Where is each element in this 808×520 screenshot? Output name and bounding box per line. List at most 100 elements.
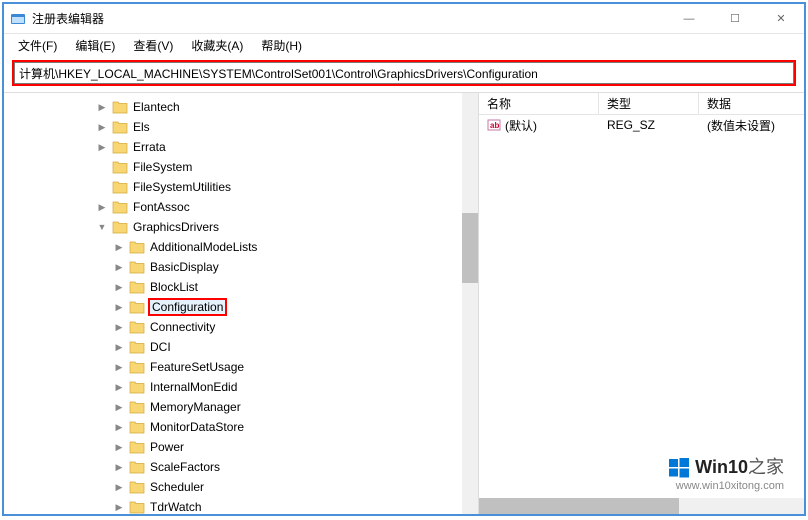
collapse-icon[interactable]: ▼ <box>95 222 109 232</box>
tree-item-label: MemoryManager <box>148 400 243 414</box>
expand-icon[interactable]: ▶ <box>95 202 109 213</box>
col-type[interactable]: 类型 <box>599 93 699 114</box>
expand-icon[interactable]: ▶ <box>112 302 126 313</box>
app-icon <box>10 11 26 27</box>
expand-icon[interactable]: ▶ <box>112 342 126 353</box>
watermark: Win10之家 www.win10xitong.com <box>667 453 784 492</box>
col-name[interactable]: 名称 <box>479 93 599 114</box>
folder-icon <box>129 300 145 314</box>
tree-pane[interactable]: ▶Elantech▶Els▶Errata▶FileSystem▶FileSyst… <box>4 93 479 514</box>
tree-vertical-scrollbar[interactable] <box>462 93 478 514</box>
tree-item-label: Connectivity <box>148 320 217 334</box>
menu-favorites[interactable]: 收藏夹(A) <box>183 35 251 56</box>
folder-icon <box>112 120 128 134</box>
address-bar[interactable] <box>14 62 794 84</box>
tree-item[interactable]: ▶ DCI <box>34 337 478 357</box>
folder-icon <box>112 140 128 154</box>
svg-text:ab: ab <box>490 121 499 130</box>
expand-icon[interactable]: ▶ <box>112 482 126 493</box>
tree-item-label: BlockList <box>148 280 200 294</box>
tree-item[interactable]: ▶ Power <box>34 437 478 457</box>
tree-item[interactable]: ▶ AdditionalModeLists <box>34 237 478 257</box>
tree-item[interactable]: ▶ MemoryManager <box>34 397 478 417</box>
folder-icon <box>129 500 145 514</box>
folder-icon <box>112 180 128 194</box>
menubar: 文件(F) 编辑(E) 查看(V) 收藏夹(A) 帮助(H) <box>4 34 804 56</box>
maximize-button[interactable]: ☐ <box>712 4 758 34</box>
expand-icon[interactable]: ▶ <box>95 142 109 153</box>
tree-item[interactable]: ▶ MonitorDataStore <box>34 417 478 437</box>
expand-icon[interactable]: ▶ <box>112 462 126 473</box>
values-horizontal-scrollbar[interactable] <box>479 498 804 514</box>
tree-item-label: FontAssoc <box>131 200 192 214</box>
tree-item[interactable]: ▼ GraphicsDrivers <box>34 217 478 237</box>
menu-file[interactable]: 文件(F) <box>10 35 65 56</box>
tree-item-label: MonitorDataStore <box>148 420 246 434</box>
expand-icon[interactable]: ▶ <box>112 442 126 453</box>
expand-icon[interactable]: ▶ <box>112 242 126 253</box>
tree-item[interactable]: ▶FileSystem <box>34 157 478 177</box>
tree-item[interactable]: ▶Els <box>34 117 478 137</box>
tree-item-label: DCI <box>148 340 173 354</box>
tree-item-label: Errata <box>131 140 168 154</box>
tree-item-label: InternalMonEdid <box>148 380 239 394</box>
watermark-brand: Win10 <box>695 457 748 477</box>
expand-icon[interactable]: ▶ <box>112 382 126 393</box>
menu-help[interactable]: 帮助(H) <box>253 35 310 56</box>
tree-item[interactable]: ▶ FontAssoc <box>34 197 478 217</box>
tree-item[interactable]: ▶Elantech <box>34 97 478 117</box>
value-type: REG_SZ <box>599 118 699 132</box>
watermark-suffix: 之家 <box>748 457 784 477</box>
expand-icon[interactable]: ▶ <box>112 422 126 433</box>
tree-item-label: TdrWatch <box>148 500 204 514</box>
expand-icon[interactable]: ▶ <box>112 282 126 293</box>
expand-icon[interactable]: ▶ <box>112 402 126 413</box>
folder-icon <box>129 420 145 434</box>
expand-icon[interactable]: ▶ <box>95 102 109 113</box>
value-data: (数值未设置) <box>699 117 804 134</box>
tree-item-label: BasicDisplay <box>148 260 221 274</box>
tree-item-label: Configuration <box>148 298 227 316</box>
expand-icon[interactable]: ▶ <box>95 122 109 133</box>
menu-edit[interactable]: 编辑(E) <box>67 35 123 56</box>
watermark-url: www.win10xitong.com <box>667 480 784 492</box>
tree-item-label: AdditionalModeLists <box>148 240 259 254</box>
menu-view[interactable]: 查看(V) <box>125 35 181 56</box>
tree-item-label: FileSystemUtilities <box>131 180 233 194</box>
tree-item[interactable]: ▶ Errata <box>34 137 478 157</box>
expand-icon[interactable]: ▶ <box>112 502 126 513</box>
expand-icon[interactable]: ▶ <box>112 362 126 373</box>
tree-item[interactable]: ▶ Configuration <box>34 297 478 317</box>
string-icon: ab <box>487 118 501 132</box>
tree-item[interactable]: ▶ BlockList <box>34 277 478 297</box>
folder-icon <box>129 240 145 254</box>
folder-icon <box>129 460 145 474</box>
expand-icon[interactable]: ▶ <box>112 322 126 333</box>
value-name-cell: ab (默认) <box>479 117 599 134</box>
minimize-button[interactable]: — <box>666 4 712 34</box>
address-bar-highlight <box>12 60 796 86</box>
titlebar: 注册表编辑器 — ☐ ✕ <box>4 4 804 34</box>
scrollbar-thumb[interactable] <box>479 498 679 514</box>
tree-item-label: Power <box>148 440 186 454</box>
list-item[interactable]: ab (默认) REG_SZ (数值未设置) <box>479 115 804 135</box>
folder-icon <box>129 380 145 394</box>
tree-item-label: FileSystem <box>131 160 194 174</box>
tree-item[interactable]: ▶ TdrWatch <box>34 497 478 514</box>
value-name: (默认) <box>505 117 537 134</box>
expand-icon[interactable]: ▶ <box>112 262 126 273</box>
tree-item[interactable]: ▶ BasicDisplay <box>34 257 478 277</box>
tree-item[interactable]: ▶FileSystemUtilities <box>34 177 478 197</box>
tree-item[interactable]: ▶FeatureSetUsage <box>34 357 478 377</box>
values-pane[interactable]: 名称 类型 数据 ab (默认) REG_SZ (数值未设置) <box>479 93 804 514</box>
tree-item[interactable]: ▶ InternalMonEdid <box>34 377 478 397</box>
tree-item[interactable]: ▶ Connectivity <box>34 317 478 337</box>
folder-icon <box>129 400 145 414</box>
tree-item[interactable]: ▶ScaleFactors <box>34 457 478 477</box>
windows-logo-icon <box>667 456 691 480</box>
scrollbar-thumb[interactable] <box>462 213 478 283</box>
close-button[interactable]: ✕ <box>758 4 804 34</box>
col-data[interactable]: 数据 <box>699 93 804 114</box>
tree-item-label: GraphicsDrivers <box>131 220 221 234</box>
tree-item[interactable]: ▶Scheduler <box>34 477 478 497</box>
